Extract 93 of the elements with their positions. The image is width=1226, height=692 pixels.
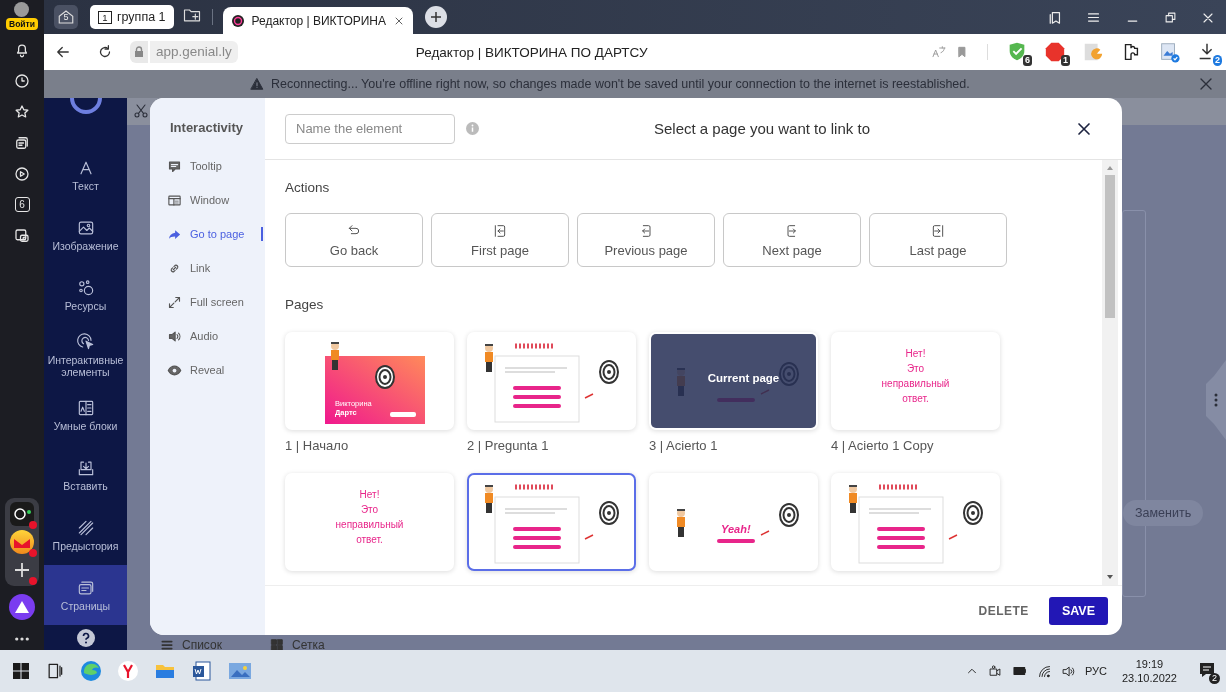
scrollbar-thumb[interactable]	[1105, 175, 1115, 318]
bookmark-icon[interactable]	[955, 45, 969, 59]
slide-text: ответ.	[902, 393, 929, 404]
page-thumbnail[interactable]: Нет! Это неправильный ответ.	[285, 473, 454, 571]
slide-text: ответ.	[356, 534, 383, 545]
save-button[interactable]: SAVE	[1048, 596, 1108, 625]
delete-button[interactable]: DELETE	[974, 599, 1033, 622]
action-button[interactable]: Next page	[723, 213, 861, 267]
assistant-icon[interactable]	[9, 594, 35, 620]
page-label: 2 | Pregunta 1	[467, 438, 550, 453]
page-label: 1 | Начало	[285, 438, 350, 453]
interaction-option[interactable]: Link	[150, 251, 265, 285]
grid-icon	[270, 638, 284, 650]
scrollbar[interactable]	[1102, 160, 1118, 585]
last-page-icon	[930, 222, 946, 239]
section-heading: Actions	[285, 180, 331, 195]
section-heading: Pages	[285, 297, 325, 312]
warning-icon	[250, 77, 264, 91]
page-label: 3 | Acierto 1	[649, 438, 719, 453]
help-icon[interactable]	[76, 628, 95, 647]
sidebar-item[interactable]: Предыстория	[44, 505, 127, 565]
home-button[interactable]: 5	[54, 5, 78, 29]
sign-in-badge[interactable]: Войти	[6, 18, 38, 30]
action-button[interactable]: First page	[431, 213, 569, 267]
sidebar-item[interactable]: Текст	[44, 145, 127, 205]
tab-group-chip[interactable]: 1 группа 1	[90, 5, 174, 29]
slide-text: Это	[906, 363, 925, 374]
clock-icon[interactable]	[13, 71, 31, 90]
browser-tab[interactable]: Редактор | ВИКТОРИНА	[222, 7, 414, 34]
sidebar-item[interactable]: Интерактивные элементы	[44, 325, 127, 385]
interaction-option[interactable]: Tooltip	[150, 149, 265, 183]
language-indicator[interactable]: РУС	[1084, 665, 1107, 677]
first-page-icon	[492, 222, 508, 239]
slide-text: Yeah!	[721, 523, 751, 535]
page-thumbnail[interactable]	[467, 332, 636, 430]
slide-text: Нет!	[359, 489, 380, 500]
page-thumbnail[interactable]: Current page	[649, 332, 818, 430]
tooltip-icon	[167, 158, 182, 174]
page-label: 4 | Acierto 1 Copy	[831, 438, 935, 453]
slide-text: неправильный	[881, 378, 950, 389]
interaction-option[interactable]: Full screen	[150, 285, 265, 319]
action-button[interactable]: Last page	[869, 213, 1007, 267]
offline-message: Reconnecting... You're offline right now, so changes made won't be saved until your connection to the internet is reestablished.	[271, 77, 970, 91]
count-badge: 6	[1023, 55, 1032, 66]
list-icon	[160, 638, 174, 650]
yandex-browser-icon[interactable]	[117, 660, 139, 682]
plus-icon	[430, 11, 443, 23]
lock-icon[interactable]	[130, 41, 148, 63]
new-tab-button[interactable]	[425, 6, 448, 28]
page-thumbnail[interactable]	[467, 473, 636, 571]
sidebar-item[interactable]: Изображение	[44, 205, 127, 265]
wifi-icon[interactable]	[1036, 663, 1052, 679]
play-icon[interactable]	[13, 164, 31, 183]
interaction-option[interactable]: Audio	[150, 319, 265, 353]
panel-title: Interactivity	[170, 120, 244, 135]
avatar-icon[interactable]	[14, 2, 29, 17]
name-field[interactable]: Name the element	[285, 113, 455, 144]
action-button[interactable]: Previous page	[577, 213, 715, 267]
tab-title: Редактор | ВИКТОРИНА	[251, 13, 387, 28]
interaction-option[interactable]: Window	[150, 183, 265, 217]
start-icon[interactable]	[12, 662, 30, 680]
counter-button[interactable]: 6	[14, 197, 30, 212]
eye-icon	[167, 362, 182, 378]
sidebar-item[interactable]: Ресурсы	[44, 265, 127, 325]
window-icon	[167, 192, 182, 208]
clock[interactable]: 19:19 23.10.2022	[1121, 657, 1177, 685]
interaction-option[interactable]: Reveal	[150, 353, 265, 387]
action-button[interactable]: Go back	[285, 213, 423, 267]
page-title: Редактор | ВИКТОРИНА ПО ДАРТСУ	[415, 44, 648, 60]
dialog-title: Select a page you want to link to	[654, 120, 870, 137]
count-badge: 1	[1061, 55, 1070, 66]
sidebar-item[interactable]: Вставить	[44, 445, 127, 505]
interaction-option[interactable]: Go to page	[150, 217, 265, 251]
mail-app-icon[interactable]	[10, 530, 34, 554]
screenshot-icon[interactable]	[13, 226, 31, 245]
page-thumbnail[interactable]: Нет! Это неправильный ответ.	[831, 332, 1000, 430]
scroll-down-icon[interactable]	[1106, 573, 1114, 581]
sidebar-item[interactable]: Страницы	[44, 565, 127, 625]
count-badge: 2	[1213, 55, 1222, 66]
camera-app-icon[interactable]	[10, 502, 34, 526]
slide-text: неправильный	[335, 519, 404, 530]
slide-text: Нет!	[905, 348, 926, 359]
site-favicon	[230, 13, 245, 28]
scissors-icon[interactable]	[133, 103, 149, 119]
slide-text: Это	[360, 504, 379, 515]
fullscreen-icon	[167, 294, 182, 310]
restore-icon[interactable]	[1163, 10, 1178, 25]
page-thumbnail[interactable]: Yeah!	[649, 473, 818, 571]
document-app-icon[interactable]	[191, 660, 213, 682]
sidebar-item[interactable]: Умные блоки	[44, 385, 127, 445]
edge-icon[interactable]	[80, 660, 102, 682]
page-thumbnail[interactable]	[831, 473, 1000, 571]
photo-app-icon[interactable]	[228, 660, 252, 682]
